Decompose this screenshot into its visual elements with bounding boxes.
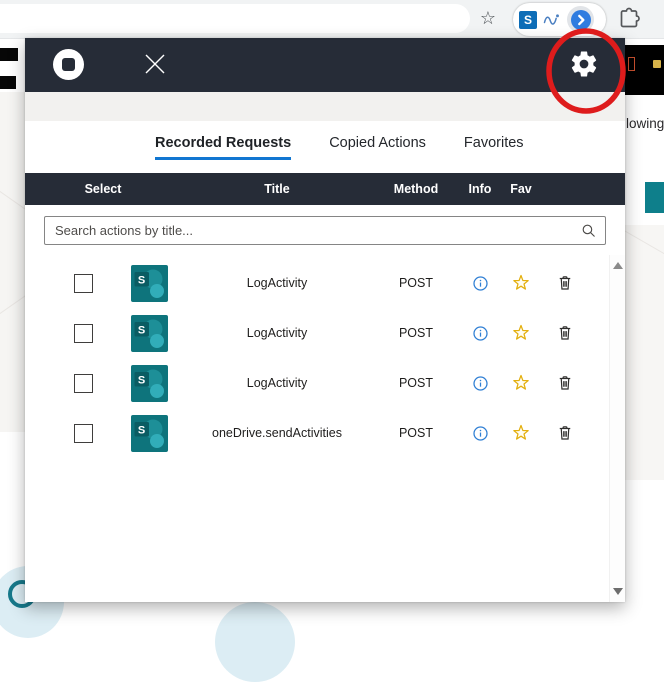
table-header: Select Title Method Info Fav <box>25 173 625 205</box>
row-checkbox[interactable] <box>73 273 93 293</box>
star-icon <box>513 274 529 290</box>
sharepoint-connector-icon: S <box>130 414 168 452</box>
row-checkbox[interactable] <box>73 323 93 343</box>
stop-recording-button[interactable] <box>53 49 84 80</box>
code-glyph <box>628 57 635 71</box>
trash-icon <box>559 276 571 290</box>
info-icon <box>472 425 488 441</box>
address-bar[interactable] <box>0 4 470 33</box>
decorative-circle <box>215 602 295 682</box>
scroll-down-arrow-icon[interactable] <box>612 588 623 595</box>
info-icon <box>472 375 488 391</box>
row-checkbox[interactable] <box>73 373 93 393</box>
table-row: S LogActivity POST <box>25 308 625 358</box>
star-icon <box>513 424 529 440</box>
column-select: Select <box>84 182 122 196</box>
trash-icon <box>559 426 571 440</box>
sharepoint-connector-icon: S <box>130 264 168 302</box>
info-button[interactable] <box>468 271 492 295</box>
info-button[interactable] <box>468 371 492 395</box>
close-icon <box>145 54 165 74</box>
action-title: LogActivity <box>246 276 308 290</box>
action-method: POST <box>398 426 434 440</box>
favorite-button[interactable] <box>509 371 533 395</box>
active-extension-highlight <box>567 6 594 33</box>
page-text-fragment: lowing <box>626 116 664 131</box>
svg-text:S: S <box>137 424 144 436</box>
page-left-graphic <box>0 92 25 432</box>
info-button[interactable] <box>468 321 492 345</box>
trash-icon <box>559 376 571 390</box>
page-right-graphic <box>625 225 664 480</box>
close-button[interactable] <box>141 50 169 78</box>
extensions-puzzle-icon[interactable] <box>617 7 641 31</box>
sharepoint-connector-icon: S <box>130 364 168 402</box>
table-row: S oneDrive.sendActivities POST <box>25 408 625 458</box>
svg-text:S: S <box>137 374 144 386</box>
svg-text:S: S <box>137 324 144 336</box>
page-headline-fragment <box>0 76 16 89</box>
actions-list: S LogActivity POST S LogActivity POST S … <box>25 255 625 602</box>
recorder-popup: Recorded Requests Copied Actions Favorit… <box>25 38 625 602</box>
stop-icon <box>62 58 75 71</box>
extensions-pill: S <box>513 3 606 36</box>
info-icon <box>472 325 488 341</box>
page-code-block-fragment <box>625 45 664 95</box>
info-button[interactable] <box>468 421 492 445</box>
scrollbar[interactable] <box>609 255 625 602</box>
delete-button[interactable] <box>553 271 577 295</box>
recorder-extension-icon[interactable] <box>570 9 591 30</box>
settings-button[interactable] <box>569 49 599 79</box>
page-teal-button-fragment[interactable] <box>645 182 664 213</box>
trash-icon <box>559 326 571 340</box>
action-method: POST <box>398 376 434 390</box>
action-method: POST <box>398 326 434 340</box>
code-glyph <box>653 60 661 68</box>
table-row: S LogActivity POST <box>25 258 625 308</box>
popup-subheader <box>25 92 625 121</box>
search-box <box>44 215 606 245</box>
action-title: oneDrive.sendActivities <box>212 426 342 440</box>
svg-text:S: S <box>137 274 144 286</box>
popup-header-bar <box>25 38 625 92</box>
gear-icon <box>571 51 597 77</box>
tab-recorded-requests[interactable]: Recorded Requests <box>155 135 292 160</box>
browser-toolbar: ☆ S <box>0 0 664 39</box>
delete-button[interactable] <box>553 371 577 395</box>
info-icon <box>472 275 488 291</box>
tab-copied-actions[interactable]: Copied Actions <box>329 135 426 160</box>
tab-favorites[interactable]: Favorites <box>464 135 524 160</box>
column-fav: Fav <box>510 182 532 196</box>
favorite-button[interactable] <box>509 271 533 295</box>
tab-bar: Recorded Requests Copied Actions Favorit… <box>25 121 625 173</box>
star-icon <box>513 374 529 390</box>
page-headline-fragment <box>0 48 18 61</box>
row-checkbox[interactable] <box>73 423 93 443</box>
sharepoint-extension-icon[interactable]: S <box>519 10 537 29</box>
favorite-button[interactable] <box>509 321 533 345</box>
bookmark-star-icon[interactable]: ☆ <box>476 6 500 31</box>
search-icon[interactable] <box>580 222 597 239</box>
sharepoint-connector-icon: S <box>130 314 168 352</box>
action-title: LogActivity <box>246 326 308 340</box>
search-input[interactable] <box>53 221 580 239</box>
action-method: POST <box>398 276 434 290</box>
column-info: Info <box>468 182 492 196</box>
flow-extension-icon[interactable] <box>542 10 562 30</box>
column-method: Method <box>393 182 439 196</box>
search-row <box>25 205 625 255</box>
column-title: Title <box>264 182 290 196</box>
table-row: S LogActivity POST <box>25 358 625 408</box>
delete-button[interactable] <box>553 421 577 445</box>
action-title: LogActivity <box>246 376 308 390</box>
star-icon <box>513 324 529 340</box>
delete-button[interactable] <box>553 321 577 345</box>
favorite-button[interactable] <box>509 421 533 445</box>
scroll-up-arrow-icon[interactable] <box>612 262 623 269</box>
